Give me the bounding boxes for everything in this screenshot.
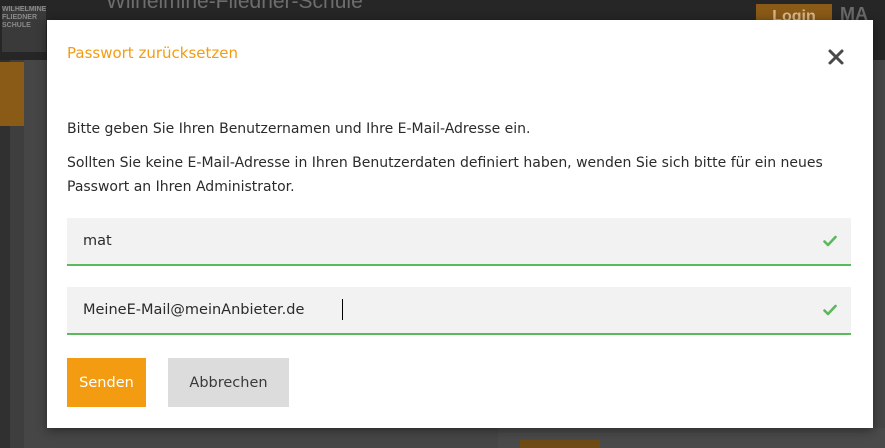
username-input[interactable] (67, 218, 807, 264)
close-button[interactable] (823, 42, 851, 70)
email-field[interactable] (67, 287, 851, 335)
password-reset-dialog: Passwort zurücksetzen Bitte geben Sie Ih… (47, 20, 873, 428)
email-input[interactable] (67, 287, 807, 333)
logo-line: SCHULE (2, 22, 31, 29)
close-icon (828, 49, 844, 65)
send-button[interactable]: Senden (67, 358, 146, 407)
background-panel-accent (520, 440, 600, 448)
background-school-name: Wilhelmine-Fliedner-Schule (106, 0, 363, 13)
instruction-text: Bitte geben Sie Ihren Benutzernamen und … (67, 121, 531, 137)
dialog-title: Passwort zurücksetzen (67, 44, 238, 62)
text-cursor (342, 299, 343, 320)
hint-text: Sollten Sie keine E-Mail-Adresse in Ihre… (67, 155, 823, 195)
cancel-button[interactable]: Abbrechen (168, 358, 289, 407)
check-icon (823, 304, 837, 316)
check-icon (823, 235, 837, 247)
background-orange-tile (0, 62, 24, 126)
school-logo: WILHELMINE FLIEDNER SCHULE (2, 6, 46, 52)
logo-line: WILHELMINE (2, 6, 46, 13)
username-field[interactable] (67, 218, 851, 266)
logo-line: FLIEDNER (2, 14, 37, 21)
